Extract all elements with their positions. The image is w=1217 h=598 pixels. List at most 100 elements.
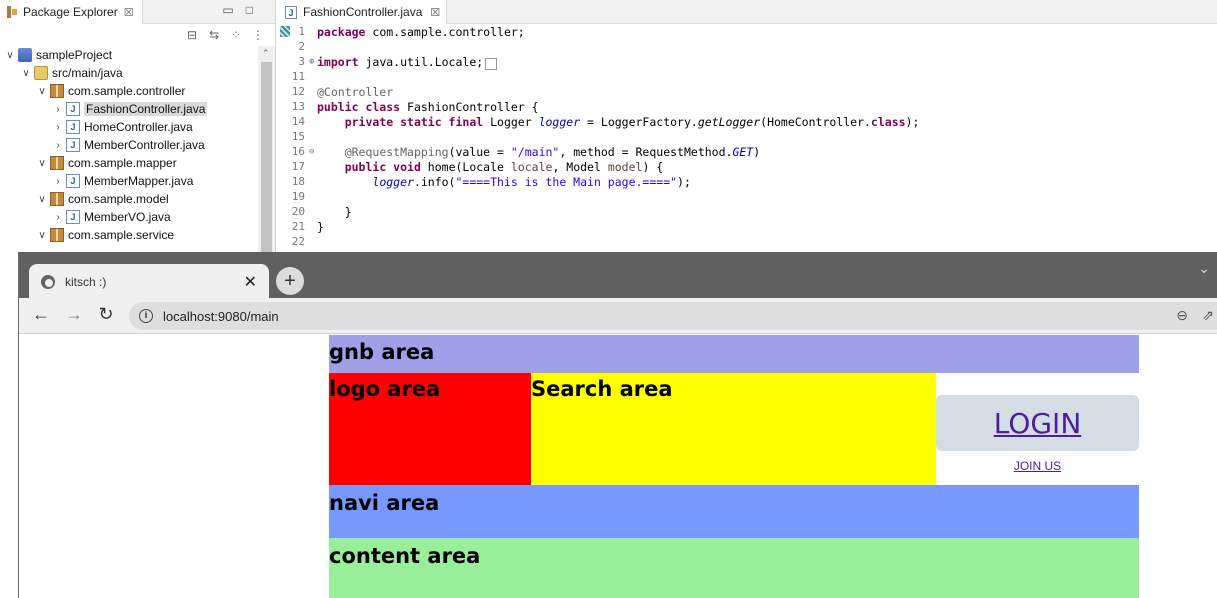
site-info-icon[interactable]: i [139, 309, 153, 323]
collapse-all-icon[interactable]: ⊟ [185, 28, 199, 42]
tree-item[interactable]: ∨ com.sample.model [0, 190, 258, 208]
pkgi-icon [50, 156, 64, 170]
tab-close-icon[interactable]: ✕ [244, 272, 257, 292]
expand-toggle-icon[interactable]: › [52, 122, 64, 133]
code-text[interactable]: public void home(Locale locale, Model mo… [317, 160, 664, 174]
line-number: 18 [291, 175, 305, 188]
zoom-icon[interactable]: ⊖ [1176, 307, 1188, 324]
code-line[interactable]: 12 @Controller [277, 84, 1217, 99]
code-text[interactable]: private static final Logger logger = Log… [317, 115, 920, 129]
line-number: 11 [291, 70, 305, 83]
scrollbar-thumb[interactable] [261, 62, 272, 252]
code-text[interactable]: package com.sample.controller; [317, 25, 525, 39]
expand-toggle-icon[interactable]: › [52, 104, 64, 115]
scroll-up-icon[interactable]: ⌃ [262, 48, 270, 59]
code-line[interactable]: 15 [277, 129, 1217, 144]
code-line[interactable]: 19 [277, 189, 1217, 204]
tab-fashioncontroller[interactable]: J FashionController.java ☒ [277, 0, 447, 24]
line-number: 13 [291, 100, 305, 113]
tree-item-label: com.sample.mapper [68, 156, 177, 170]
expand-toggle-icon[interactable]: ∨ [36, 194, 48, 205]
line-number: 1 [298, 25, 305, 38]
code-line[interactable]: 17 public void home(Locale locale, Model… [277, 159, 1217, 174]
package-explorer-icon [6, 6, 18, 18]
tree-item[interactable]: › J MemberMapper.java [0, 172, 258, 190]
expand-toggle-icon[interactable]: ∨ [36, 158, 48, 169]
line-number: 20 [291, 205, 305, 218]
code-line[interactable]: 22 [277, 234, 1217, 249]
expand-toggle-icon[interactable]: ∨ [4, 50, 16, 61]
code-line[interactable]: 18 logger.info("====This is the Main pag… [277, 174, 1217, 189]
url-field[interactable]: i localhost:9080/main ⊖ ⇗ [129, 302, 1217, 330]
tree-item[interactable]: ∨ com.sample.controller [0, 82, 258, 100]
tree-item[interactable]: › J MemberController.java [0, 136, 258, 154]
code-text[interactable]: } [317, 220, 324, 234]
navi-area-label: navi area [329, 491, 440, 515]
code-line[interactable]: 14 private static final Logger logger = … [277, 114, 1217, 129]
expand-toggle-icon[interactable]: ∨ [36, 230, 48, 241]
code-line[interactable]: 20 } [277, 204, 1217, 219]
tree-item-label: sampleProject [36, 48, 113, 62]
tree-item[interactable]: › J MemberVO.java [0, 208, 258, 226]
url-text[interactable]: localhost:9080/main [163, 309, 279, 324]
code-line[interactable]: 16 ⊖ @RequestMapping(value = "/main", met… [277, 144, 1217, 159]
tab-package-explorer[interactable]: Package Explorer ☒ [0, 0, 143, 24]
tree-item[interactable]: ∨ com.sample.mapper [0, 154, 258, 172]
line-number: 17 [291, 160, 305, 173]
filter-icon[interactable]: ⁘ [229, 28, 243, 42]
tree-scrollbar[interactable]: ⌃ [258, 46, 275, 252]
code-text[interactable]: @RequestMapping(value = "/main", method … [317, 145, 760, 159]
login-button[interactable]: LOGIN [936, 395, 1139, 451]
new-tab-button[interactable]: + [276, 267, 304, 295]
maximize-icon[interactable]: □ [246, 3, 265, 17]
tree-item-label: MemberMapper.java [84, 174, 194, 188]
tree-item[interactable]: › J FashionController.java [0, 100, 258, 118]
code-line[interactable]: 11 [277, 69, 1217, 84]
minimize-icon[interactable]: ▭ [222, 3, 245, 17]
package-explorer-tabbar: Package Explorer ☒ ▭□ [0, 0, 275, 24]
code-text[interactable]: @Controller [317, 85, 393, 99]
browser-tab[interactable]: kitsch :) ✕ [29, 264, 269, 300]
tab-search-chevron-icon[interactable]: ⌄ [1198, 260, 1210, 277]
java-icon: J [66, 120, 80, 134]
tree-item[interactable]: ∨ sampleProject [0, 46, 258, 64]
expand-toggle-icon[interactable]: › [52, 212, 64, 223]
tree-item[interactable]: › J HomeController.java [0, 118, 258, 136]
code-text[interactable]: logger.info("====This is the Main page.=… [317, 175, 691, 189]
code-line[interactable]: 3 ⊕ import java.util.Locale; [277, 54, 1217, 70]
expand-toggle-icon[interactable]: ∨ [20, 68, 32, 79]
code-text[interactable]: import java.util.Locale; [317, 55, 497, 70]
reload-button[interactable]: ↻ [94, 304, 118, 325]
java-icon: J [66, 174, 80, 188]
line-number: 16 [291, 145, 305, 158]
expand-toggle-icon[interactable]: ∨ [36, 86, 48, 97]
view-menu-icon[interactable]: ⋮ [251, 28, 265, 42]
code-text[interactable]: } [317, 205, 352, 219]
code-line[interactable]: 1 package com.sample.controller; [277, 24, 1217, 39]
screen: Package Explorer ☒ ▭□ ⊟ ⇆ ⁘ ⋮ ∨ samplePro… [0, 0, 1217, 598]
code-text[interactable]: public class FashionController { [317, 100, 539, 114]
code-line[interactable]: 2 [277, 39, 1217, 54]
forward-button[interactable]: → [62, 304, 86, 325]
web-page: gnb area logo area Search area LOGIN JOI… [19, 335, 1217, 598]
link-with-editor-icon[interactable]: ⇆ [207, 28, 221, 42]
fold-toggle-icon[interactable]: ⊖ [309, 147, 317, 157]
share-icon[interactable]: ⇗ [1202, 307, 1214, 324]
expand-toggle-icon[interactable]: › [52, 176, 64, 187]
tree-item-label: src/main/java [52, 66, 123, 80]
tree-item[interactable]: ∨ src/main/java [0, 64, 258, 82]
code-area[interactable]: 1 package com.sample.controller; 2 3 ⊕ import… [277, 24, 1217, 249]
expand-toggle-icon[interactable]: › [52, 140, 64, 151]
tree-item[interactable]: ∨ com.sample.service [0, 226, 258, 244]
code-line[interactable]: 13 public class FashionController { [277, 99, 1217, 114]
java-icon: J [66, 102, 80, 116]
join-us-link[interactable]: JOIN US [936, 459, 1139, 473]
srcfolder-icon [34, 66, 48, 80]
code-line[interactable]: 21} [277, 219, 1217, 234]
close-icon[interactable]: ☒ [430, 6, 440, 19]
login-area: LOGIN JOIN US [936, 373, 1139, 485]
close-icon[interactable]: ☒ [124, 6, 134, 19]
back-button[interactable]: ← [29, 304, 53, 325]
line-number: 3 [298, 55, 305, 68]
fold-toggle-icon[interactable]: ⊕ [309, 57, 317, 67]
